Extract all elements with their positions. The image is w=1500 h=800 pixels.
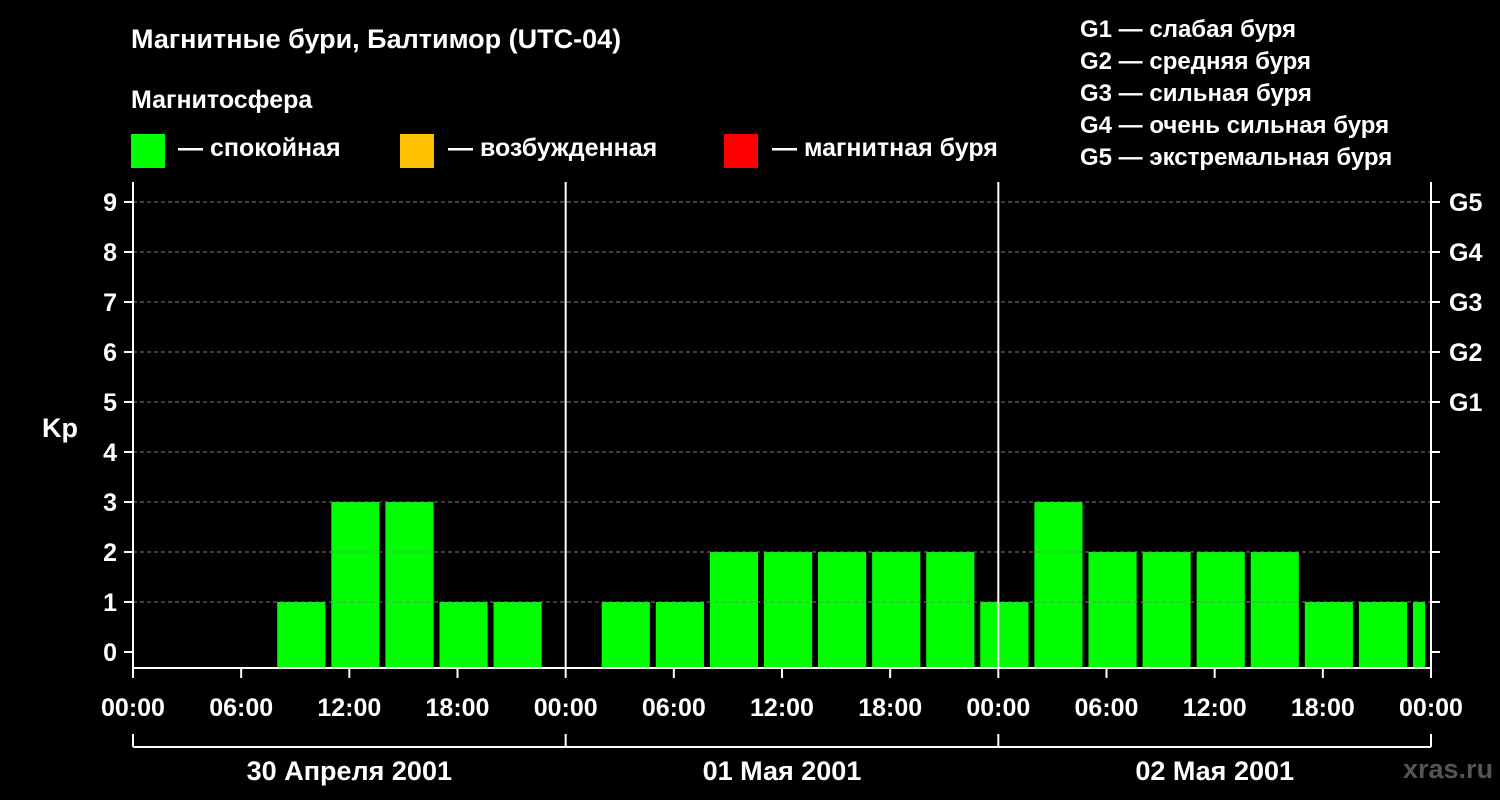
y-tick-label: 2 [103, 539, 117, 567]
x-tick-label: 00:00 [101, 694, 165, 722]
kp-bar [493, 602, 542, 668]
x-tick-label: 12:00 [1183, 694, 1247, 722]
right-axis-label: G1 [1449, 389, 1482, 417]
x-tick-label: 18:00 [426, 694, 490, 722]
kp-bar [709, 552, 759, 668]
right-axis-label: G3 [1449, 289, 1482, 317]
x-tick-label: 18:00 [858, 694, 922, 722]
kp-bar [1412, 602, 1426, 668]
x-tick-label: 06:00 [642, 694, 706, 722]
x-tick-label: 12:00 [317, 694, 381, 722]
kp-bar [1196, 552, 1245, 668]
x-tick-label: 00:00 [966, 694, 1030, 722]
day-label: 01 Мая 2001 [703, 756, 862, 786]
y-tick-label: 0 [103, 639, 117, 667]
kp-bar [1088, 552, 1137, 668]
day-label: 30 Апреля 2001 [247, 756, 452, 786]
kp-bar [331, 502, 380, 668]
y-tick-label: 7 [103, 289, 117, 317]
kp-bar [1250, 552, 1299, 668]
y-tick-label: 8 [103, 239, 117, 267]
day-label: 02 Мая 2001 [1135, 756, 1294, 786]
x-tick-label: 06:00 [209, 694, 273, 722]
x-tick-label: 12:00 [750, 694, 814, 722]
y-tick-label: 6 [103, 339, 117, 367]
right-axis-label: G4 [1449, 239, 1482, 267]
kp-bar [439, 602, 488, 668]
watermark: xras.ru [1403, 754, 1494, 784]
kp-bar [872, 552, 921, 668]
kp-bar [277, 602, 326, 668]
y-tick-label: 4 [103, 439, 117, 467]
kp-bar [655, 602, 704, 668]
x-tick-label: 18:00 [1291, 694, 1355, 722]
right-axis-label: G5 [1449, 189, 1482, 217]
x-tick-label: 00:00 [1399, 694, 1463, 722]
y-tick-label: 3 [103, 489, 117, 517]
y-axis-label: Kp [42, 413, 78, 443]
kp-bar [1304, 602, 1353, 668]
y-tick-label: 1 [103, 589, 117, 617]
kp-bar [1142, 552, 1191, 668]
right-axis-label: G2 [1449, 339, 1482, 367]
kp-bar [601, 602, 650, 668]
kp-bar [1034, 502, 1083, 668]
x-tick-label: 06:00 [1075, 694, 1139, 722]
y-tick-label: 5 [103, 389, 117, 417]
kp-bar [385, 502, 434, 668]
kp-bar-chart: 0 1 2 3 4 5 6 7 8 9 G1 G2 G3 G4 G5 Kp 00:00 06:00 12:00 18:… [42, 182, 1482, 786]
kp-bar [1358, 602, 1408, 668]
kp-bar [926, 552, 975, 668]
kp-bar [818, 552, 867, 668]
y-tick-label: 9 [103, 189, 117, 217]
kp-bar [763, 552, 813, 668]
x-tick-label: 00:00 [534, 694, 598, 722]
kp-bar [980, 602, 1029, 668]
